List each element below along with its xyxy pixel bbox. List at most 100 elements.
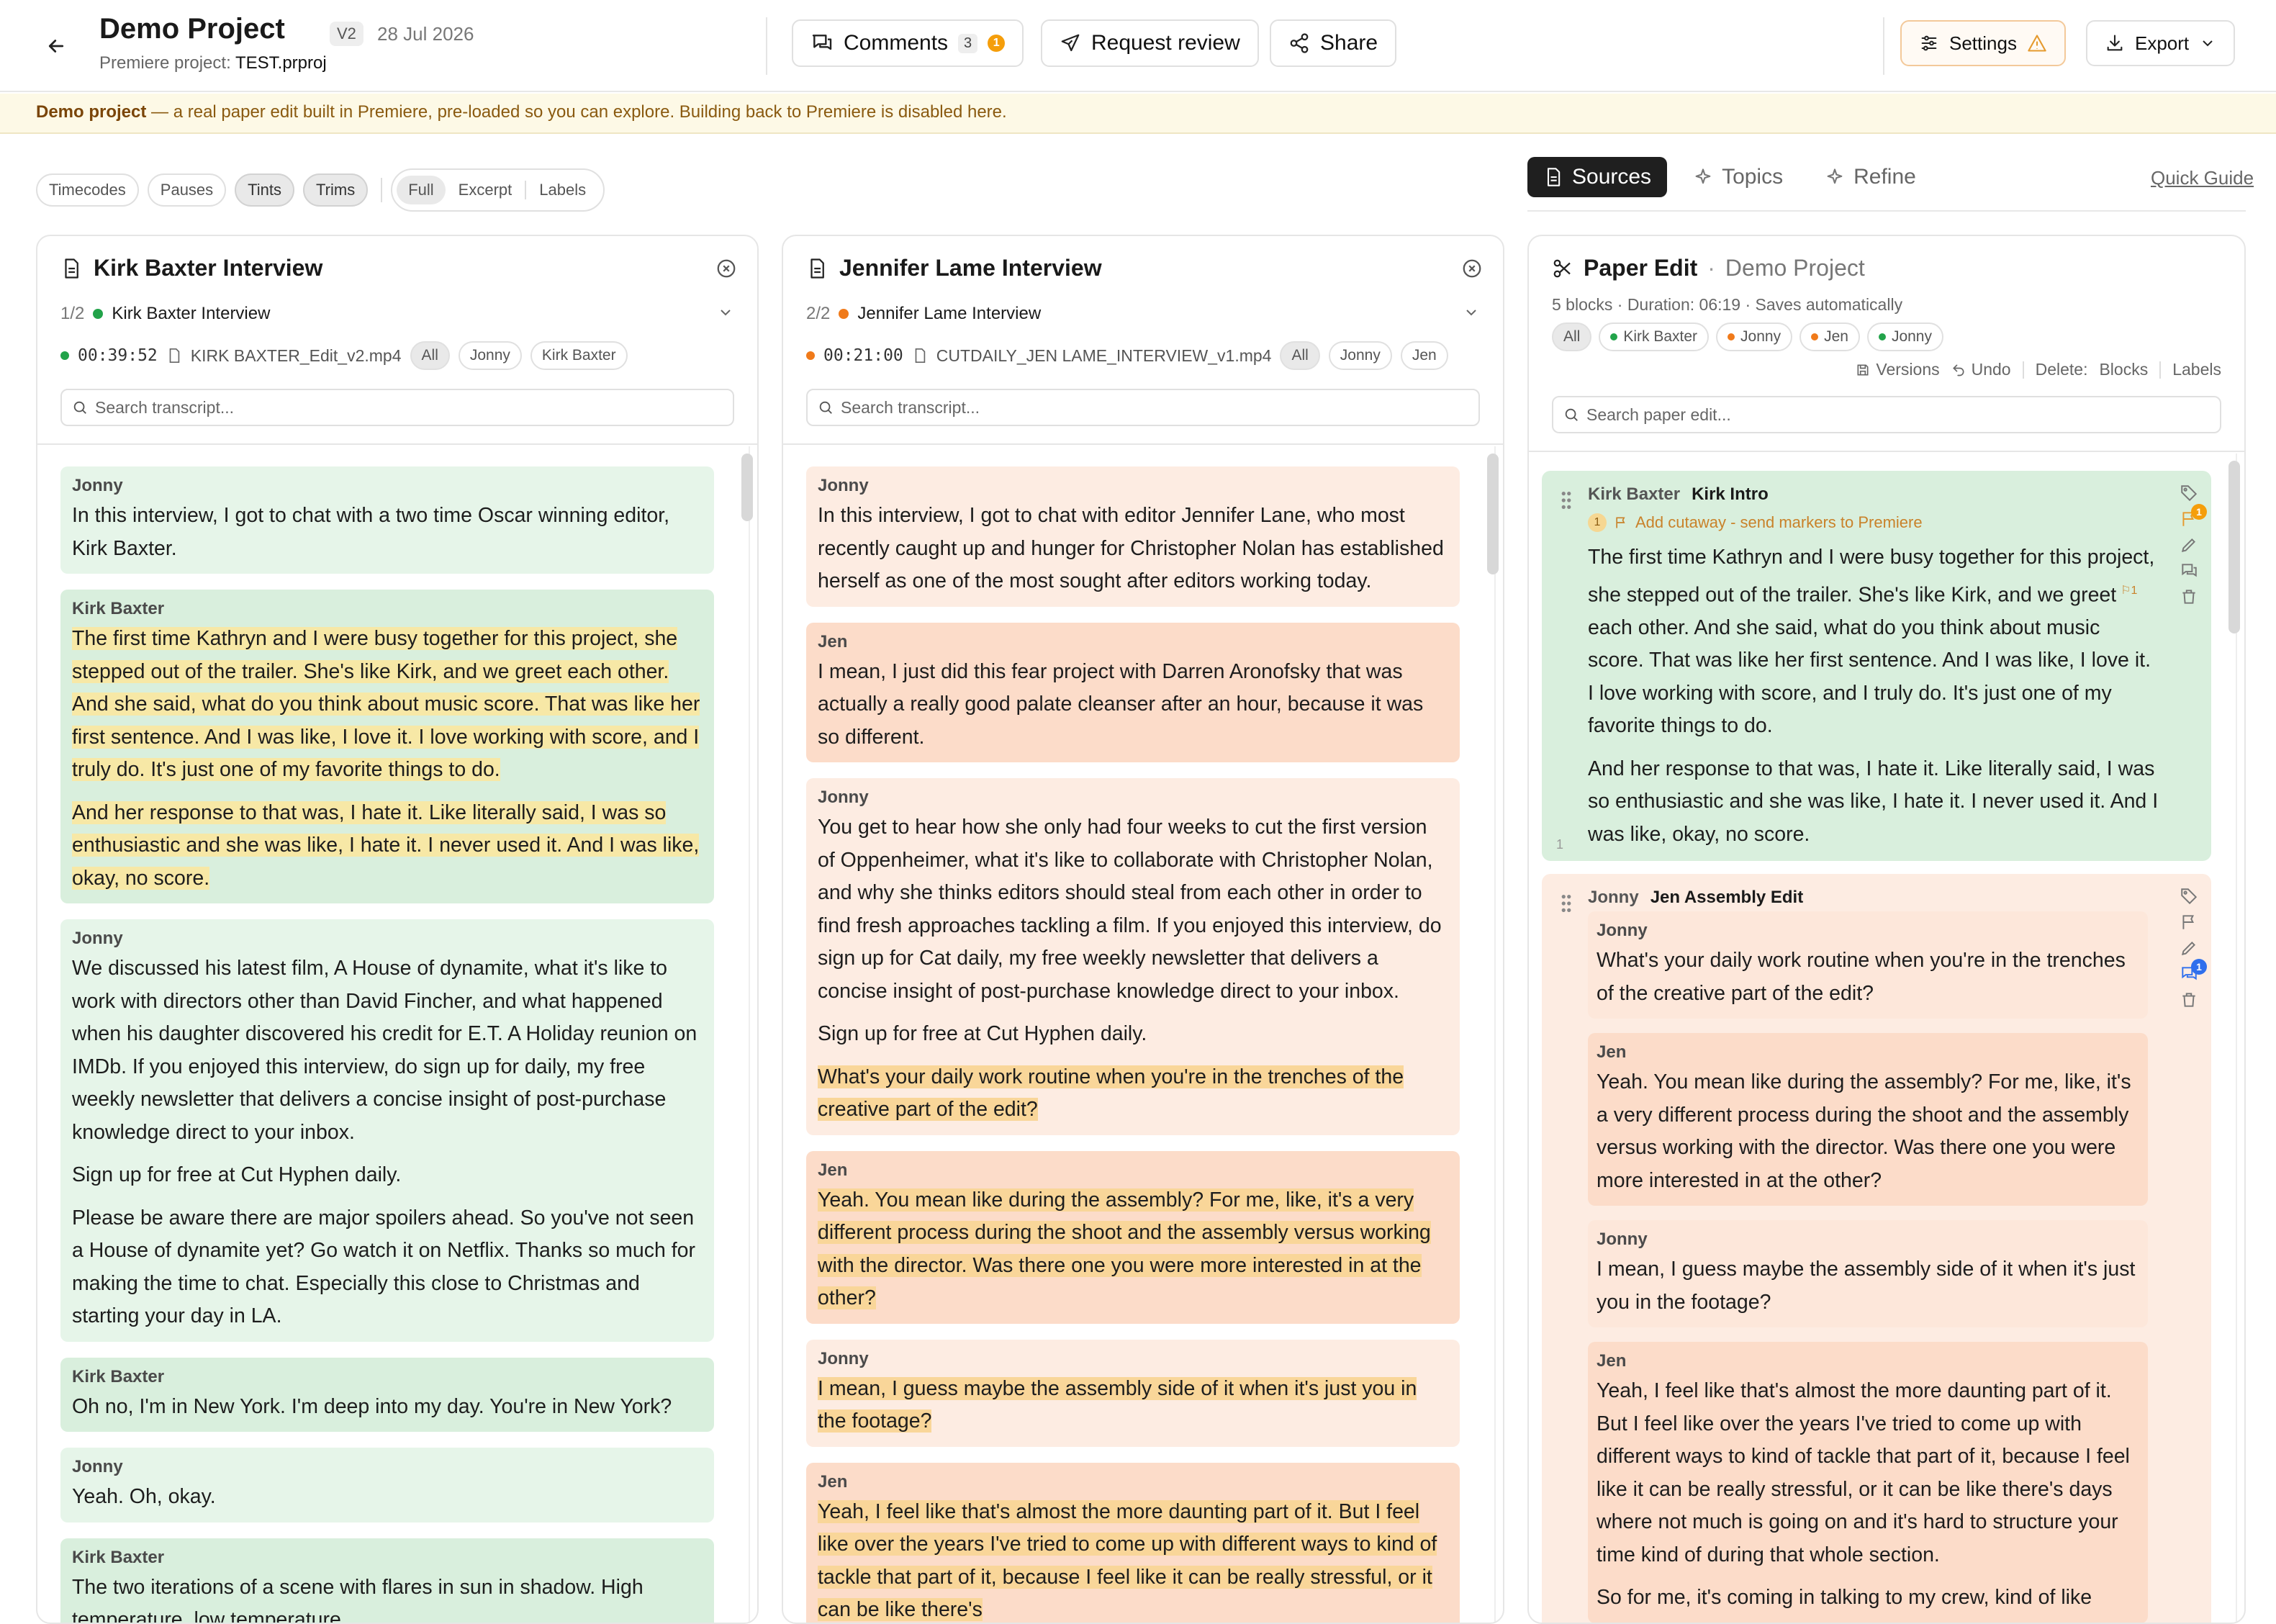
transcript-paragraph[interactable]: And her response to that was, I hate it.… [72,797,703,896]
tab-topics[interactable]: Topics [1677,157,1799,197]
transcript-block[interactable]: Jonny Yeah. Oh, okay. [60,1448,714,1522]
pencil-icon [2181,942,2195,956]
transcript-paragraph[interactable]: I mean, I just did this fear project wit… [818,656,1448,754]
delete-button[interactable] [2180,587,2201,606]
drag-handle-icon[interactable] [1559,893,1573,914]
pencil-icon [2181,538,2195,553]
request-review-button[interactable]: Request review [1041,19,1259,67]
transcript-block[interactable]: Jonny I mean, I guess maybe the assembly … [806,1339,1460,1447]
filter-jonny-2[interactable]: Jonny [1866,322,1943,351]
transcript-block[interactable]: Kirk Baxter The first time Kathryn and I … [60,590,714,903]
close-panel-button[interactable] [1461,258,1483,283]
export-button[interactable]: Export [2086,20,2236,66]
tag-button[interactable] [2180,484,2201,502]
transcript-paragraph[interactable]: Yeah. You mean like during the assembly?… [818,1184,1448,1315]
back-button[interactable] [40,30,72,62]
comments-button[interactable]: Comments 3 1 [792,19,1024,67]
filter-jen[interactable]: Jen [1799,322,1860,351]
versions-button[interactable]: Versions [1856,360,1940,379]
speaker-filter-jonny[interactable]: Jonny [1328,341,1392,370]
transcript-paragraph[interactable]: The two iterations of a scene with flare… [72,1571,703,1623]
transcript-block[interactable]: Kirk Baxter The two iterations of a scene… [60,1538,714,1623]
transcript-paragraph[interactable]: In this interview, I got to chat with ed… [818,500,1448,598]
share-button[interactable]: Share [1270,19,1397,67]
filter-kirk-baxter[interactable]: Kirk Baxter [1599,322,1710,351]
search-transcript-input[interactable]: Search transcript... [806,389,1480,426]
scrollbar[interactable] [2228,461,2240,633]
view-excerpt[interactable]: Excerpt [446,181,527,199]
filter-all[interactable]: All [1552,322,1592,351]
paper-edit-block[interactable]: Jonny Jen Assembly Edit Jonny What's your… [1542,874,2211,1623]
edit-button[interactable] [2180,536,2201,554]
inline-marker[interactable]: ⚐1 [2121,574,2137,608]
close-panel-button[interactable] [715,258,737,283]
transcript-paragraph[interactable]: Please be aware there are major spoilers… [72,1202,703,1333]
transcript-paragraph[interactable]: You get to hear how she only had four we… [818,811,1448,1008]
transcript-block[interactable]: Jonny In this interview, I got to chat wi… [806,466,1460,607]
tag-button[interactable] [2180,887,2201,906]
flag-button[interactable]: 1 [2180,504,2207,528]
toggle-tints[interactable]: Tints [235,173,295,207]
comment-button[interactable]: 1 [2180,959,2207,983]
view-full[interactable]: Full [397,176,446,204]
source-selector[interactable]: 1/2 Kirk Baxter Interview [60,298,734,330]
transcript-text: I mean, I just did this fear project wit… [818,659,1424,749]
speaker-filter-all[interactable]: All [410,341,450,370]
transcript-block[interactable]: Kirk Baxter Oh no, I'm in New York. I'm d… [60,1357,714,1432]
flag-button[interactable] [2180,913,2201,931]
transcript-paragraph[interactable]: Yeah, I feel like that's almost the more… [818,1496,1448,1623]
transcript-text: What's your daily work routine when you'… [818,1065,1404,1121]
drag-handle-icon[interactable] [1559,490,1573,511]
block-item[interactable]: Jen Yeah. You mean like during the assemb… [1588,1033,2148,1206]
transcript-paragraph[interactable]: We discussed his latest film, A House of… [72,952,703,1149]
transcript-block[interactable]: Jonny We discussed his latest film, A Hou… [60,919,714,1342]
tab-sources[interactable]: Sources [1527,157,1668,197]
version-badge[interactable]: V2 [330,22,363,46]
block-note[interactable]: 1 Add cutaway - send markers to Premiere [1588,508,2161,537]
search-paper-edit-input[interactable]: Search paper edit... [1552,396,2221,433]
filter-jonny[interactable]: Jonny [1716,322,1793,351]
toggle-pauses[interactable]: Pauses [147,173,227,207]
speaker-filter-kirk[interactable]: Kirk Baxter [530,341,628,370]
transcript-paragraph[interactable]: Yeah. Oh, okay. [72,1481,703,1514]
transcript-block[interactable]: Jen Yeah, I feel like that's almost the m… [806,1462,1460,1623]
speaker-filter-all[interactable]: All [1280,341,1320,370]
search-transcript-input[interactable]: Search transcript... [60,389,734,426]
transcript-block[interactable]: Jen Yeah. You mean like during the assemb… [806,1150,1460,1324]
transcript-paragraph[interactable]: Sign up for free at Cut Hyphen daily. [72,1159,703,1192]
block-item[interactable]: Jonny I mean, I guess maybe the assembly … [1588,1220,2148,1327]
quick-guide-link[interactable]: Quick Guide [2151,167,2254,189]
settings-button[interactable]: Settings [1900,20,2066,66]
transcript-block[interactable]: Jonny In this interview, I got to chat wi… [60,466,714,574]
transcript-block[interactable]: Jen I mean, I just did this fear project … [806,622,1460,762]
source-selector[interactable]: 2/2 Jennifer Lame Interview [806,298,1480,330]
block-item[interactable]: Jen Yeah, I feel like that's almost the m… [1588,1342,2148,1623]
transcript-paragraph[interactable]: In this interview, I got to chat with a … [72,500,703,565]
transcript-paragraph[interactable]: The first time Kathryn and I were busy t… [72,623,703,787]
delete-button[interactable] [2180,991,2201,1009]
transcript-paragraph[interactable]: Sign up for free at Cut Hyphen daily. [818,1018,1448,1051]
transcript-text: Please be aware there are major spoilers… [72,1206,695,1328]
speaker-filter-jonny[interactable]: Jonny [458,341,522,370]
edit-button[interactable] [2180,939,2201,957]
scrollbar-track [749,446,750,1623]
toggle-timecodes[interactable]: Timecodes [36,173,139,207]
transcript-paragraph[interactable]: Oh no, I'm in New York. I'm deep into my… [72,1391,703,1424]
transcript-paragraph[interactable]: What's your daily work routine when you'… [818,1061,1448,1127]
tab-refine[interactable]: Refine [1809,157,1932,197]
delete-blocks-button[interactable]: Blocks [2099,360,2148,379]
source-name: Jennifer Lame Interview [857,304,1042,323]
block-item[interactable]: Jonny What's your daily work routine when… [1588,911,2148,1019]
delete-labels-button[interactable]: Labels [2172,360,2221,379]
transcript-block[interactable]: Jonny You get to hear how she only had fo… [806,778,1460,1135]
comment-button[interactable] [2180,561,2201,580]
paper-edit-block[interactable]: Kirk Baxter Kirk Intro 1 Add cutaway - s… [1542,471,2211,861]
toggle-trims[interactable]: Trims [303,173,369,207]
scrollbar[interactable] [1487,454,1499,574]
scrollbar[interactable] [741,454,753,521]
transcript-body: Jonny In this interview, I got to chat wi… [783,446,1503,1623]
transcript-paragraph[interactable]: I mean, I guess maybe the assembly side … [818,1373,1448,1438]
view-labels[interactable]: Labels [526,181,599,199]
undo-button[interactable]: Undo [1951,360,2011,379]
speaker-filter-jen[interactable]: Jen [1400,341,1448,370]
